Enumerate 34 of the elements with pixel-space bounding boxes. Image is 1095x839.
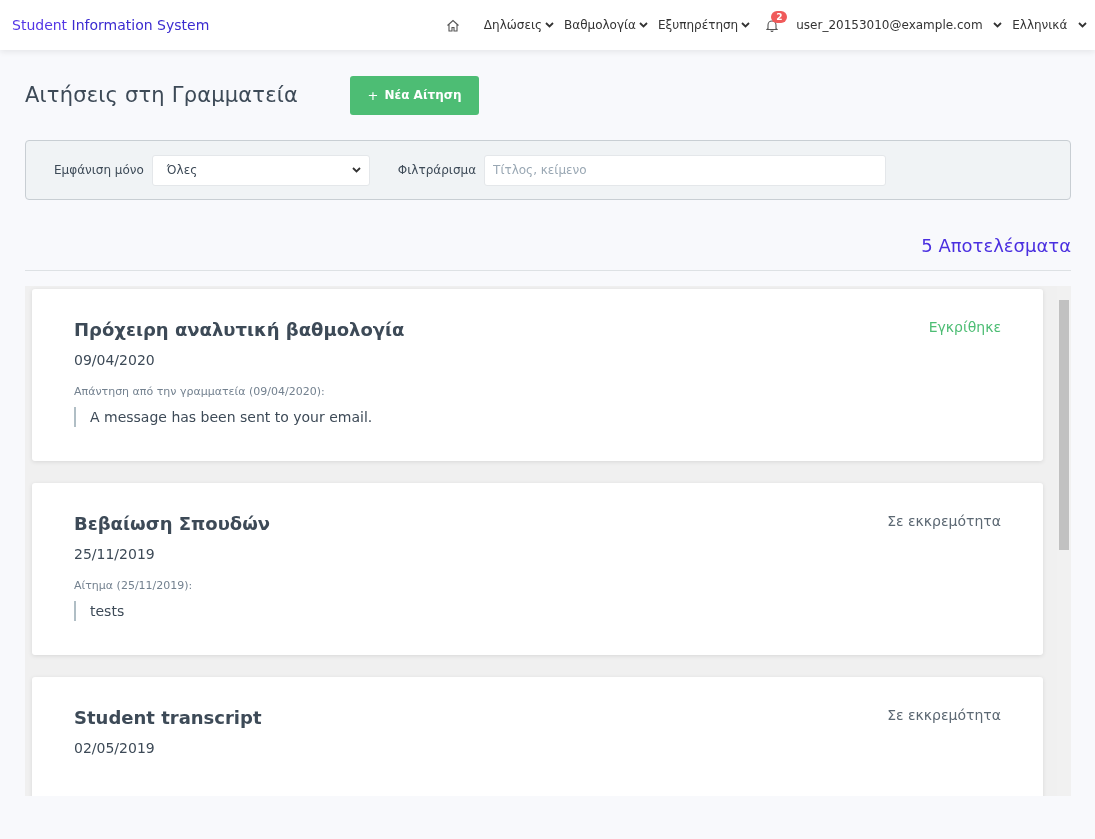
nav-menu[interactable]: Δηλώσεις	[483, 18, 555, 32]
notification-badge: 2	[771, 10, 788, 23]
show-only-label: Εμφάνιση μόνο	[54, 163, 144, 177]
results-count: 5 Αποτελέσματα	[920, 235, 1071, 256]
filter-input[interactable]: Τίτλος, κείμενο	[484, 154, 887, 186]
nav-menu[interactable]: Βαθμολογία	[564, 18, 648, 32]
chevron-down-icon	[639, 22, 648, 28]
bell-icon[interactable]	[766, 18, 779, 32]
chevron-down-icon	[351, 167, 361, 173]
request-date: 02/05/2019	[74, 740, 156, 756]
request-date: 09/04/2020	[74, 352, 156, 368]
home-icon[interactable]	[445, 18, 460, 32]
nav-menu[interactable]: Εξυπηρέτηση	[658, 18, 751, 32]
note-label: Αίτημα (25/11/2019):	[74, 579, 194, 592]
show-only-select[interactable]: Όλες	[151, 154, 370, 186]
user-menu[interactable]: user_20153010@example.com	[796, 18, 1003, 32]
filter-label: Φιλτράρισμα	[397, 163, 477, 177]
note-text: tests	[74, 601, 888, 621]
request-title: Student transcript	[74, 707, 263, 728]
note-text: A message has been sent to your email.	[74, 407, 929, 427]
note-label: Απάντηση από την γραμματεία (09/04/2020):	[74, 385, 326, 398]
request-status: Σε εκκρεμότητα	[887, 513, 1001, 531]
chevron-down-icon	[1078, 22, 1087, 28]
page-title: Αιτήσεις στη Γραμματεία	[25, 83, 299, 107]
chevron-down-icon	[741, 22, 751, 28]
request-title: Βεβαίωση Σπουδών	[74, 513, 272, 534]
request-status: Σε εκκρεμότητα	[887, 707, 1001, 725]
language-menu[interactable]: Ελληνικά	[1012, 18, 1087, 32]
chevron-down-icon	[545, 22, 555, 28]
brand-logo[interactable]: Student Information System	[12, 17, 210, 33]
request-status: Εγκρίθηκε	[928, 319, 1001, 337]
chevron-down-icon	[993, 22, 1003, 28]
request-title: Πρόχειρη αναλυτική βαθμολογία	[74, 319, 406, 340]
request-date: 25/11/2019	[74, 546, 156, 562]
